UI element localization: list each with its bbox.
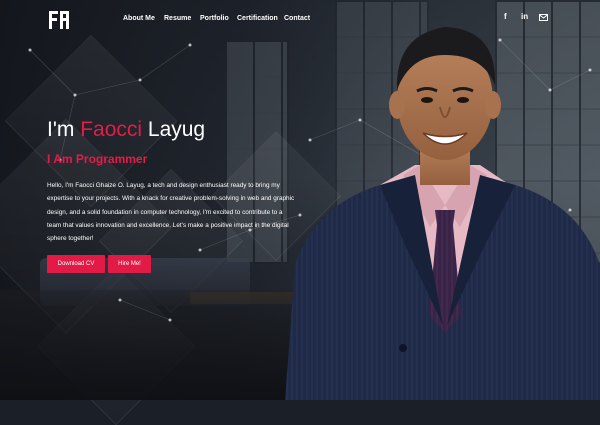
email-icon[interactable] xyxy=(539,14,548,21)
site-logo[interactable] xyxy=(46,8,72,32)
nav-certification[interactable]: Certification xyxy=(237,15,278,22)
linkedin-icon[interactable]: in xyxy=(521,12,528,21)
hire-me-button[interactable]: Hire Me! xyxy=(108,255,151,273)
hero-first-name: Faocci xyxy=(80,118,143,141)
hero-title: I'm Faocci Layug xyxy=(47,118,205,142)
nav-resume[interactable]: Resume xyxy=(164,15,191,22)
facebook-icon[interactable]: f xyxy=(504,12,507,21)
hero-description: Hello, I'm Faocci Ghaize O. Layug, a tec… xyxy=(47,182,295,243)
profile-photo xyxy=(285,27,600,400)
download-cv-button[interactable]: Download CV xyxy=(47,255,105,273)
nav-about-me[interactable]: About Me xyxy=(123,15,155,22)
hero-last-name: Layug xyxy=(147,118,206,141)
hero-role: I Am Programmer xyxy=(47,152,148,166)
nav-contact[interactable]: Contact xyxy=(284,15,310,22)
nav-portfolio[interactable]: Portfolio xyxy=(200,15,229,22)
hero-greeting: I'm xyxy=(47,118,75,141)
